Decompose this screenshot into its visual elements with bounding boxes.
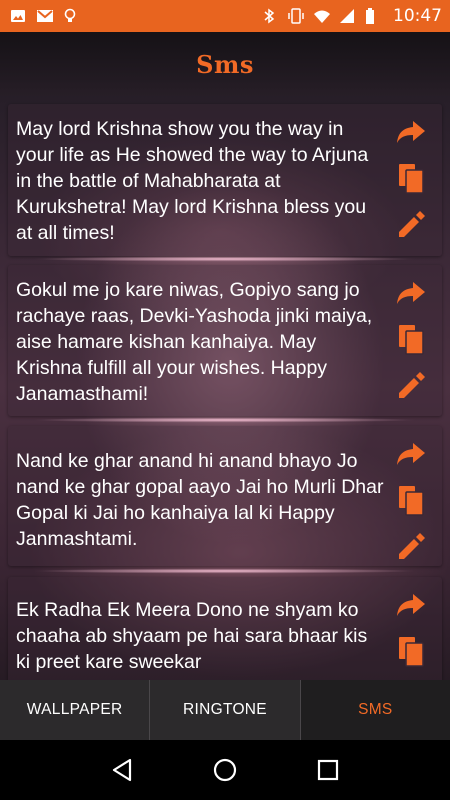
card-actions (394, 116, 428, 240)
edit-icon (399, 533, 425, 559)
share-icon (397, 282, 425, 304)
edit-icon (399, 372, 425, 398)
share-icon (397, 443, 425, 465)
lightbulb-icon (62, 8, 78, 24)
image-icon (10, 8, 26, 24)
card-actions (394, 277, 428, 401)
share-icon (397, 121, 425, 143)
copy-button[interactable] (395, 484, 427, 516)
wifi-icon (313, 8, 330, 24)
edit-button[interactable] (395, 530, 427, 562)
copy-icon (399, 325, 424, 355)
sms-card-2: Gokul me jo kare niwas, Gopiyo sang jo r… (8, 265, 442, 416)
copy-button[interactable] (395, 635, 427, 667)
signal-icon (339, 8, 355, 24)
copy-button[interactable] (395, 162, 427, 194)
vibrate-icon (287, 8, 304, 24)
share-button[interactable] (395, 277, 427, 309)
divider (0, 417, 450, 423)
sms-text: Gokul me jo kare niwas, Gopiyo sang jo r… (16, 279, 373, 405)
battery-icon (365, 8, 381, 24)
tab-ringtone[interactable]: RINGTONE (149, 680, 299, 740)
tab-wallpaper[interactable]: WALLPAPER (0, 680, 149, 740)
divider (0, 256, 450, 262)
page-title: Sms (196, 49, 254, 79)
divider (0, 568, 450, 574)
sms-card-3: Nand ke ghar anand hi anand bhayo Jo nan… (8, 426, 442, 566)
status-bar: 10:47 (0, 0, 450, 32)
copy-icon (399, 164, 424, 194)
sms-text: Ek Radha Ek Meera Dono ne shyam ko chaah… (16, 599, 368, 673)
card-actions (394, 438, 428, 562)
back-button[interactable] (102, 750, 142, 790)
bottom-tab-bar: WALLPAPER RINGTONE SMS (0, 680, 450, 740)
status-right-icons: 10:47 (261, 6, 442, 26)
back-icon (112, 758, 131, 782)
edit-icon (399, 211, 425, 237)
app-bar: Sms (0, 32, 450, 96)
edit-button[interactable] (395, 369, 427, 401)
navigation-bar (0, 740, 450, 800)
share-icon (397, 594, 425, 616)
home-icon (213, 758, 237, 782)
sms-card-1: May lord Krishna show you the way in you… (8, 104, 442, 256)
sms-screen: Sms May lord Krishna show you the way in… (0, 32, 450, 740)
recents-icon (318, 759, 339, 781)
status-left-icons (10, 8, 78, 24)
status-time: 10:47 (393, 6, 442, 26)
recents-button[interactable] (308, 750, 348, 790)
share-button[interactable] (395, 116, 427, 148)
sms-text: Nand ke ghar anand hi anand bhayo Jo nan… (16, 450, 384, 550)
sms-text: May lord Krishna show you the way in you… (16, 118, 369, 244)
share-button[interactable] (395, 589, 427, 621)
copy-icon (399, 486, 424, 516)
edit-button[interactable] (395, 208, 427, 240)
share-button[interactable] (395, 438, 427, 470)
gmail-icon (36, 8, 53, 24)
bluetooth-icon (261, 8, 277, 24)
copy-icon (399, 637, 424, 667)
home-button[interactable] (205, 750, 245, 790)
tab-sms[interactable]: SMS (299, 680, 450, 740)
copy-button[interactable] (395, 323, 427, 355)
